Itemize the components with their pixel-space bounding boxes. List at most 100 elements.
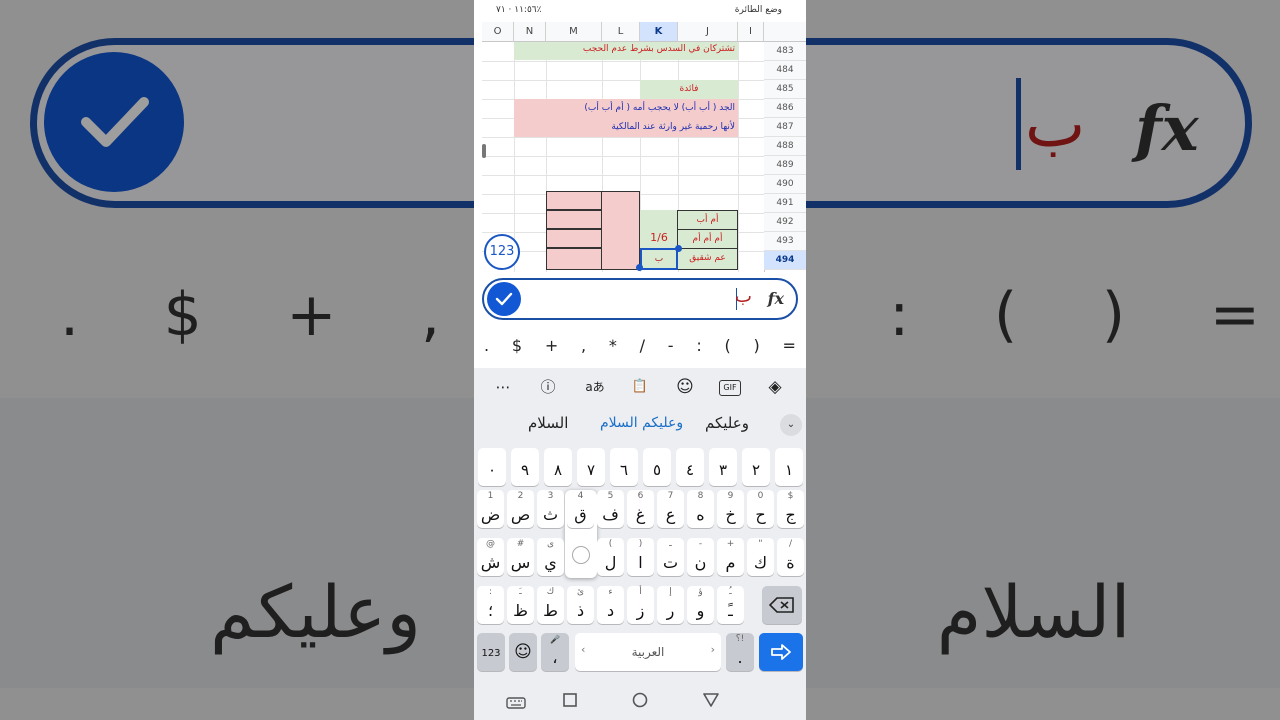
number-key[interactable]: ٨ bbox=[544, 448, 572, 486]
row-header-491[interactable]: 491 bbox=[764, 194, 806, 213]
number-key[interactable]: ٤ bbox=[676, 448, 704, 486]
suggestion-item[interactable]: السلام bbox=[528, 414, 568, 432]
letter-key[interactable]: (ل bbox=[597, 538, 624, 576]
cell-486[interactable]: الجد ( أب أب) لا يحجب أمه ( أم أب أب) bbox=[514, 99, 738, 118]
symbol-key[interactable]: * bbox=[609, 336, 617, 355]
number-key[interactable]: ٥ bbox=[643, 448, 671, 486]
fx-icon[interactable]: fx bbox=[768, 289, 784, 308]
letter-key[interactable]: ـُ ـً bbox=[717, 586, 744, 624]
row-header-483[interactable]: 483 bbox=[764, 42, 806, 61]
number-key[interactable]: ١ bbox=[775, 448, 803, 486]
more-icon[interactable]: ⋯ bbox=[492, 377, 514, 397]
cell-m-492[interactable] bbox=[546, 210, 602, 229]
row-header-487[interactable]: 487 bbox=[764, 118, 806, 137]
letter-key[interactable]: ـَ ظ bbox=[507, 586, 534, 624]
selection-handle[interactable] bbox=[675, 245, 682, 252]
letter-key[interactable]: ) ا bbox=[627, 538, 654, 576]
letter-key[interactable]: ءد bbox=[597, 586, 624, 624]
letter-key[interactable]: 4ق bbox=[567, 490, 594, 528]
letter-key[interactable]: 9خ bbox=[717, 490, 744, 528]
symbol-key[interactable]: ) bbox=[753, 336, 759, 355]
period-key[interactable]: ؟!. bbox=[726, 633, 754, 671]
row-header-488[interactable]: 488 bbox=[764, 137, 806, 156]
formula-bar[interactable]: ب fx bbox=[482, 278, 798, 320]
letter-key[interactable]: $ ج bbox=[777, 490, 804, 528]
number-key[interactable]: ٣ bbox=[709, 448, 737, 486]
scroll-handle[interactable] bbox=[482, 144, 486, 158]
column-header-L[interactable]: L bbox=[602, 22, 640, 42]
copilot-icon[interactable]: ◈ bbox=[764, 377, 786, 397]
letter-key[interactable]: " ك bbox=[747, 538, 774, 576]
letter-key[interactable]: كط bbox=[537, 586, 564, 624]
translate-icon[interactable]: aあ bbox=[582, 377, 608, 397]
row-header-484[interactable]: 484 bbox=[764, 61, 806, 80]
column-header-I[interactable]: I bbox=[738, 22, 764, 42]
cell-483[interactable]: تشتركان في السدس بشرط عدم الحجب bbox=[514, 42, 738, 60]
letter-key[interactable]: + م bbox=[717, 538, 744, 576]
cell-487[interactable]: لأنها رحمية غير وارثة عند المالكية bbox=[514, 118, 738, 137]
cell-m-493[interactable] bbox=[546, 229, 602, 248]
cell-j-494[interactable]: عم شقيق bbox=[677, 248, 738, 270]
number-key[interactable]: ٢ bbox=[742, 448, 770, 486]
row-header-494[interactable]: 494 bbox=[764, 251, 806, 270]
letter-key[interactable]: أز bbox=[627, 586, 654, 624]
symbol-key[interactable]: = bbox=[783, 336, 796, 355]
column-header-O[interactable]: O bbox=[482, 22, 514, 42]
letter-key[interactable]: 8ه bbox=[687, 490, 714, 528]
back-icon[interactable] bbox=[703, 692, 719, 711]
suggestion-item[interactable]: وعليكم السلام bbox=[600, 415, 683, 431]
cell-m-494[interactable] bbox=[546, 248, 602, 270]
spreadsheet-grid[interactable]: O N M L K J I 483 484 485 486 487 488 48… bbox=[474, 22, 806, 272]
selection-handle[interactable] bbox=[636, 264, 643, 271]
letter-key[interactable]: ـت bbox=[657, 538, 684, 576]
column-header-N[interactable]: N bbox=[514, 22, 546, 42]
number-key[interactable]: ٧ bbox=[577, 448, 605, 486]
symbol-key[interactable]: + bbox=[545, 336, 558, 355]
space-key[interactable]: ‹ العربية › bbox=[575, 633, 721, 671]
letter-key[interactable]: : ؛ bbox=[477, 586, 504, 624]
number-key[interactable]: ٠ bbox=[478, 448, 506, 486]
gif-icon[interactable]: GIF bbox=[719, 380, 741, 396]
selected-cell-k-494[interactable]: ب bbox=[640, 248, 678, 270]
numeric-format-button[interactable]: 123 bbox=[484, 234, 520, 270]
clipboard-icon[interactable]: 📋 bbox=[629, 377, 651, 397]
cell-m-491[interactable] bbox=[546, 191, 602, 210]
letter-key[interactable]: 2ص bbox=[507, 490, 534, 528]
home-icon[interactable] bbox=[632, 692, 648, 712]
info-icon[interactable]: ⓘ bbox=[537, 377, 559, 397]
row-header-492[interactable]: 492 bbox=[764, 213, 806, 232]
row-header-493[interactable]: 493 bbox=[764, 232, 806, 251]
sticker-icon[interactable]: ☺ bbox=[674, 377, 696, 397]
row-header-490[interactable]: 490 bbox=[764, 175, 806, 194]
suggestion-item[interactable]: وعليكم bbox=[705, 414, 749, 432]
enter-key[interactable] bbox=[759, 633, 803, 671]
cell-j-492[interactable]: أم أب bbox=[677, 210, 738, 230]
column-header-K[interactable]: K bbox=[640, 22, 678, 42]
letter-key[interactable]: 1ض bbox=[477, 490, 504, 528]
backspace-key[interactable] bbox=[762, 586, 802, 624]
letter-key[interactable]: @ ش bbox=[477, 538, 504, 576]
letter-key[interactable]: 5ف bbox=[597, 490, 624, 528]
letter-key[interactable]: -ن bbox=[687, 538, 714, 576]
letter-key[interactable]: إر bbox=[657, 586, 684, 624]
cell-k-492[interactable] bbox=[640, 210, 678, 229]
letter-key[interactable]: ىي bbox=[537, 538, 564, 576]
cell-l-merged[interactable] bbox=[601, 191, 640, 270]
letter-key[interactable]: 7ع bbox=[657, 490, 684, 528]
formula-input[interactable]: ب bbox=[735, 286, 752, 307]
row-header-485[interactable]: 485 bbox=[764, 80, 806, 99]
letter-key[interactable]: 0ح bbox=[747, 490, 774, 528]
symbols-mode-key[interactable]: 123 bbox=[477, 633, 505, 671]
symbol-key[interactable]: . bbox=[484, 336, 489, 355]
column-header-M[interactable]: M bbox=[546, 22, 602, 42]
chevron-down-icon[interactable]: ⌄ bbox=[780, 414, 802, 436]
row-header-489[interactable]: 489 bbox=[764, 156, 806, 175]
letter-key[interactable]: 6غ bbox=[627, 490, 654, 528]
symbol-key[interactable]: / bbox=[640, 336, 645, 355]
column-header-J[interactable]: J bbox=[678, 22, 738, 42]
letter-key[interactable]: # س bbox=[507, 538, 534, 576]
symbol-key[interactable]: : bbox=[696, 336, 701, 355]
letter-key[interactable]: / ة bbox=[777, 538, 804, 576]
comma-key[interactable]: 🎤 ، bbox=[541, 633, 569, 671]
number-key[interactable]: ٦ bbox=[610, 448, 638, 486]
